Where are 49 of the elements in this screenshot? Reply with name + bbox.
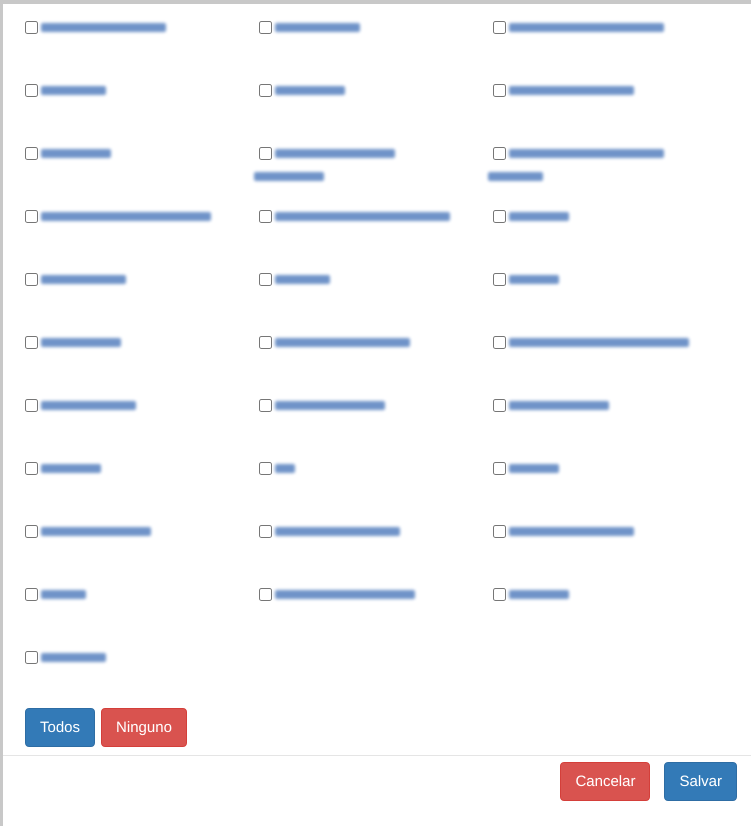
checkbox[interactable]: [259, 21, 272, 34]
blurred-label: [275, 275, 330, 284]
blurred-label: [41, 149, 111, 158]
checkbox[interactable]: [259, 525, 272, 538]
save-button[interactable]: Salvar: [664, 762, 737, 801]
checkbox[interactable]: [493, 525, 506, 538]
checkbox[interactable]: [25, 336, 38, 349]
checkbox[interactable]: [25, 651, 38, 664]
blurred-label: [509, 212, 569, 221]
blurred-label: [254, 172, 324, 181]
checkbox[interactable]: [25, 588, 38, 601]
checkbox[interactable]: [493, 399, 506, 412]
select-button[interactable]: Ninguno: [101, 708, 187, 747]
checkbox[interactable]: [493, 84, 506, 97]
checkbox[interactable]: [259, 462, 272, 475]
checkbox[interactable]: [259, 399, 272, 412]
checkbox[interactable]: [493, 210, 506, 223]
checkbox[interactable]: [259, 273, 272, 286]
checkbox[interactable]: [25, 525, 38, 538]
select-button[interactable]: Todos: [25, 708, 96, 747]
checkbox[interactable]: [25, 462, 38, 475]
checkbox[interactable]: [259, 84, 272, 97]
checkbox[interactable]: [259, 336, 272, 349]
checkbox[interactable]: [493, 588, 506, 601]
checkbox[interactable]: [25, 273, 38, 286]
checkbox[interactable]: [25, 399, 38, 412]
blurred-label: [509, 590, 569, 599]
blurred-label: [41, 590, 86, 599]
checkbox[interactable]: [259, 210, 272, 223]
checkbox[interactable]: [25, 147, 38, 160]
blurred-label: [488, 172, 543, 181]
blurred-label: [509, 275, 559, 284]
checkbox[interactable]: [493, 273, 506, 286]
blurred-label: [509, 464, 559, 473]
checkbox[interactable]: [25, 21, 38, 34]
blurred-label: [275, 86, 345, 95]
checkbox[interactable]: [25, 84, 38, 97]
cancel-button[interactable]: Cancelar: [560, 762, 650, 801]
checkbox[interactable]: [493, 21, 506, 34]
checkbox[interactable]: [493, 462, 506, 475]
blurred-label: [41, 653, 106, 662]
blurred-label: [41, 86, 106, 95]
blurred-label: [41, 464, 101, 473]
checkbox[interactable]: [259, 588, 272, 601]
checkbox[interactable]: [25, 210, 38, 223]
checkbox[interactable]: [493, 147, 506, 160]
checkbox[interactable]: [259, 147, 272, 160]
blurred-label: [275, 464, 295, 473]
checkbox[interactable]: [493, 336, 506, 349]
